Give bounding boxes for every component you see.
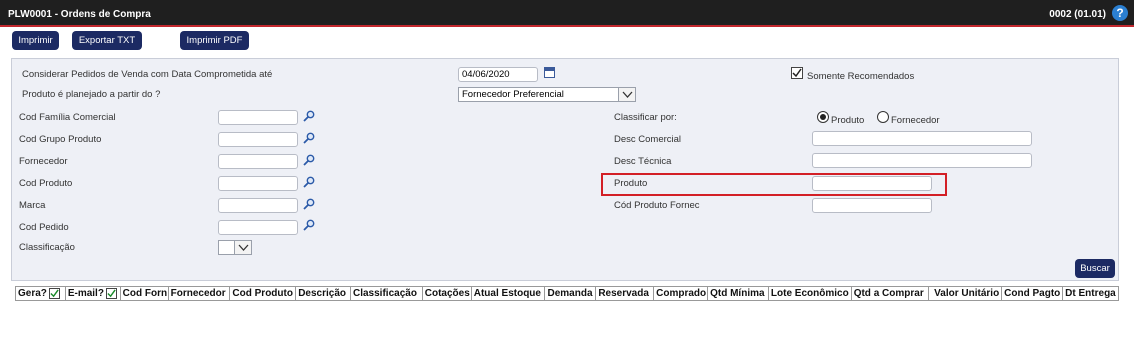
cod-pedido-input[interactable] <box>218 220 298 235</box>
version-label: 0002 (01.01) <box>1049 9 1106 20</box>
email-checkbox[interactable] <box>105 288 117 299</box>
col-descricao[interactable]: Descrição <box>296 287 351 300</box>
title-bar: PLW0001 - Ordens de Compra 0002 (01.01) … <box>0 0 1134 27</box>
somente-recomendados-label: Somente Recomendados <box>807 71 915 82</box>
col-comprado[interactable]: Comprado <box>654 287 709 300</box>
fornecedor-label: Fornecedor <box>19 156 68 167</box>
col-qtd-a-comprar[interactable]: Qtd a Comprar <box>852 287 930 300</box>
cod-produto-fornec-input[interactable] <box>812 198 932 213</box>
marca-input[interactable] <box>218 198 298 213</box>
magnifier-icon[interactable] <box>303 154 315 166</box>
checkmark-icon <box>50 289 59 298</box>
checkmark-icon <box>792 68 802 78</box>
col-cond-pagto[interactable]: Cond Pagto <box>1002 287 1064 300</box>
produto-planejado-select[interactable]: Fornecedor Preferencial <box>458 87 636 102</box>
magnifier-icon[interactable] <box>303 219 315 231</box>
desc-comercial-input[interactable] <box>812 131 1032 146</box>
magnifier-icon[interactable] <box>303 176 315 188</box>
magnifier-icon[interactable] <box>303 132 315 144</box>
desc-tecnica-input[interactable] <box>812 153 1032 168</box>
gera-checkbox[interactable] <box>48 288 60 299</box>
print-pdf-button[interactable]: Imprimir PDF <box>180 31 249 50</box>
magnifier-icon[interactable] <box>303 110 315 122</box>
col-cod-produto[interactable]: Cod Produto <box>230 287 297 300</box>
col-fornecedor[interactable]: Fornecedor <box>169 287 231 300</box>
calendar-icon[interactable] <box>544 67 555 78</box>
desc-tecnica-label: Desc Técnica <box>614 156 672 167</box>
highlight-box <box>601 173 947 196</box>
cod-familia-label: Cod Família Comercial <box>19 112 116 123</box>
col-atual-estoque[interactable]: Atual Estoque <box>472 287 546 300</box>
somente-recomendados-checkbox[interactable] <box>791 67 803 79</box>
cod-produto-input[interactable] <box>218 176 298 191</box>
col-reservada[interactable]: Reservada <box>596 287 655 300</box>
window-title: PLW0001 - Ordens de Compra <box>8 9 151 20</box>
classificar-por-label: Classificar por: <box>614 112 677 123</box>
date-input[interactable]: 04/06/2020 <box>458 67 538 82</box>
marca-label: Marca <box>19 200 46 211</box>
fornecedor-input[interactable] <box>218 154 298 169</box>
classificacao-select[interactable] <box>218 240 252 255</box>
export-txt-button[interactable]: Exportar TXT <box>72 31 142 50</box>
col-qtd-minima[interactable]: Qtd Mínima <box>708 287 769 300</box>
col-dt-entrega[interactable]: Dt Entrega <box>1063 287 1118 300</box>
cod-produto-label: Cod Produto <box>19 178 73 189</box>
radio-fornecedor[interactable] <box>877 111 889 123</box>
produto-planejado-label: Produto é planejado a partir do ? <box>22 89 161 100</box>
radio-produto[interactable] <box>817 111 829 123</box>
magnifier-icon[interactable] <box>303 198 315 210</box>
print-button[interactable]: Imprimir <box>12 31 59 50</box>
radio-fornecedor-label: Fornecedor <box>891 115 940 126</box>
radio-produto-label: Produto <box>831 115 865 126</box>
cod-pedido-label: Cod Pedido <box>19 222 69 233</box>
cod-grupo-input[interactable] <box>218 132 298 147</box>
results-grid-header: Gera? E-mail? Cod Forn Fornecedor Cod Pr… <box>15 286 1119 301</box>
col-lote-economico[interactable]: Lote Econômico <box>769 287 852 300</box>
cod-produto-fornec-label: Cód Produto Fornec <box>614 200 700 211</box>
col-email[interactable]: E-mail? <box>66 287 121 300</box>
considerar-label: Considerar Pedidos de Venda com Data Com… <box>22 69 273 80</box>
chevron-down-icon <box>618 88 635 101</box>
classificacao-label: Classificação <box>19 242 75 253</box>
col-cod-forn[interactable]: Cod Forn <box>121 287 169 300</box>
chevron-down-icon <box>234 241 251 254</box>
col-cotacoes[interactable]: Cotações <box>423 287 472 300</box>
buscar-button[interactable]: Buscar <box>1075 259 1115 278</box>
col-classificacao[interactable]: Classificação <box>351 287 423 300</box>
produto-planejado-value: Fornecedor Preferencial <box>462 89 564 100</box>
col-valor-unitario[interactable]: Valor Unitário <box>929 287 1003 300</box>
desc-comercial-label: Desc Comercial <box>614 134 682 145</box>
col-gera[interactable]: Gera? <box>16 287 66 300</box>
help-icon[interactable]: ? <box>1112 5 1128 21</box>
cod-familia-input[interactable] <box>218 110 298 125</box>
col-demanda[interactable]: Demanda <box>545 287 597 300</box>
checkmark-icon <box>107 289 116 298</box>
cod-grupo-label: Cod Grupo Produto <box>19 134 102 145</box>
